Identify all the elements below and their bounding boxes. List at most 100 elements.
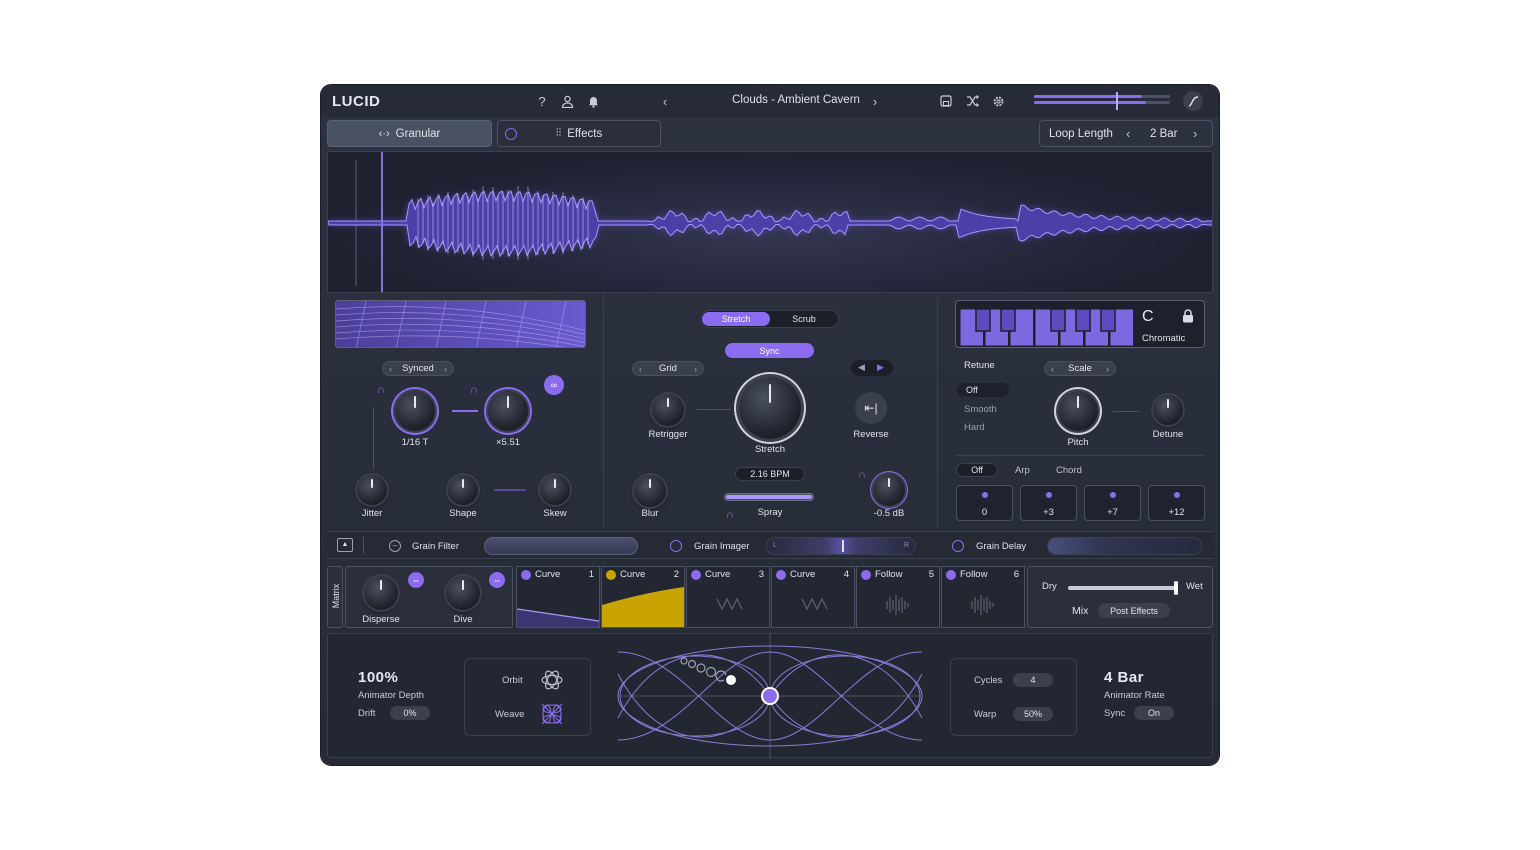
grain-filter-curve[interactable] [484, 537, 638, 555]
modulator-type-icon[interactable] [691, 570, 701, 580]
scale-select[interactable]: ‹ Scale › [1044, 361, 1116, 376]
grain-pattern-display[interactable] [335, 300, 586, 348]
interval-button[interactable]: +12 [1148, 485, 1205, 521]
mode-chord-button[interactable]: Chord [1056, 465, 1082, 476]
interval-button[interactable]: 0 [956, 485, 1013, 521]
stretch-knob[interactable] [739, 377, 801, 439]
tab-effects[interactable]: ⫶⫶ Effects [497, 120, 661, 147]
waveform-display[interactable] [327, 151, 1213, 293]
next-preset-button[interactable]: › [866, 92, 884, 110]
modulator-type-icon[interactable] [606, 570, 616, 580]
skew-knob[interactable] [540, 475, 570, 505]
keyboard-display[interactable]: C Chromatic [955, 300, 1205, 348]
modulator-type-icon[interactable] [946, 570, 956, 580]
modulator-type-icon[interactable] [861, 570, 871, 580]
pitch-knob[interactable] [1058, 391, 1098, 431]
sync-button[interactable]: Sync [725, 343, 814, 358]
disperse-knob[interactable] [364, 576, 398, 610]
retrigger-knob[interactable] [652, 394, 684, 426]
curve-icon[interactable] [1183, 91, 1203, 111]
dive-mod-icon[interactable]: ⇔ [489, 572, 505, 588]
retune-smooth-option[interactable]: Smooth [964, 404, 997, 415]
black-key[interactable] [1000, 308, 1016, 332]
animator-handle[interactable] [724, 673, 738, 687]
black-key[interactable] [1075, 308, 1091, 332]
warp-value[interactable]: 50% [1013, 707, 1053, 721]
disperse-mod-icon[interactable]: ⇔ [408, 572, 424, 588]
modulator-slot[interactable]: Follow 5 [856, 566, 940, 628]
grain-delay-display[interactable] [1047, 537, 1202, 555]
stretch-mode-button[interactable]: Stretch [702, 312, 770, 326]
rate-knob[interactable] [395, 391, 435, 431]
mod-target-icon[interactable]: ∩ [856, 469, 868, 481]
detune-knob[interactable] [1153, 395, 1183, 425]
save-icon[interactable] [937, 92, 955, 110]
loop-prev-button[interactable]: ‹ [1126, 126, 1130, 141]
drift-value[interactable]: 0% [390, 706, 430, 720]
modulator-slot[interactable]: Curve 1 [516, 566, 600, 628]
sync-value[interactable]: On [1134, 706, 1174, 720]
prev-preset-button[interactable]: ‹ [656, 92, 674, 110]
grain-imager-power-icon[interactable] [670, 540, 682, 552]
grain-delay-power-icon[interactable] [952, 540, 964, 552]
gear-icon[interactable] [989, 92, 1007, 110]
black-key[interactable] [975, 308, 991, 332]
lock-icon[interactable] [1182, 309, 1194, 328]
mod-target-icon[interactable]: ∩ [468, 384, 480, 396]
modulator-slot[interactable]: Follow 6 [941, 566, 1025, 628]
animator-rate-value[interactable]: 4 Bar [1104, 669, 1144, 686]
grid-select[interactable]: ‹ Grid › [632, 361, 704, 376]
spray-slider[interactable] [724, 493, 814, 501]
bell-icon[interactable] [584, 92, 602, 110]
dry-wet-handle[interactable] [1174, 581, 1178, 595]
left-arrow-icon[interactable]: ◀ [858, 362, 865, 373]
multiplier-knob[interactable] [488, 391, 528, 431]
bpm-display[interactable]: 2.16 BPM [735, 467, 805, 481]
collapse-button[interactable]: ▲ [337, 538, 353, 552]
retune-hard-option[interactable]: Hard [964, 422, 985, 433]
modulator-slot[interactable]: Curve 3 [686, 566, 770, 628]
direction-toggle[interactable]: ◀ ▶ [851, 360, 893, 376]
cycles-value[interactable]: 4 [1013, 673, 1053, 687]
interval-button[interactable]: +3 [1020, 485, 1077, 521]
animator-depth-value[interactable]: 100% [358, 669, 398, 686]
power-icon[interactable] [505, 128, 517, 140]
help-icon[interactable]: ? [533, 92, 551, 110]
dry-wet-slider[interactable] [1068, 581, 1178, 595]
imager-marker[interactable] [842, 540, 844, 552]
sync-mode-select[interactable]: ‹ Synced › [382, 361, 454, 376]
mode-off-button[interactable]: Off [956, 463, 998, 477]
link-icon[interactable]: ∞ [544, 375, 564, 395]
jitter-knob[interactable] [357, 475, 387, 505]
gain-knob[interactable] [873, 474, 905, 506]
scrub-mode-button[interactable]: Scrub [771, 312, 837, 326]
user-icon[interactable] [558, 92, 576, 110]
retune-off-option[interactable]: Off [957, 383, 1009, 397]
animator-center[interactable] [761, 687, 779, 705]
modulator-type-icon[interactable] [521, 570, 531, 580]
grain-filter-power-icon[interactable]: – [389, 540, 401, 552]
stretch-scrub-toggle[interactable]: Stretch Scrub [700, 310, 839, 328]
grain-imager-display[interactable]: L R [766, 537, 916, 555]
right-arrow-icon[interactable]: ▶ [877, 362, 884, 373]
dive-knob[interactable] [446, 576, 480, 610]
orbit-icon[interactable] [541, 669, 563, 696]
blur-knob[interactable] [634, 475, 666, 507]
modulator-slot[interactable]: Curve 2 [601, 566, 685, 628]
modulator-type-icon[interactable] [776, 570, 786, 580]
black-key[interactable] [1050, 308, 1066, 332]
post-effects-button[interactable]: Post Effects [1098, 603, 1170, 618]
black-key[interactable] [1100, 308, 1116, 332]
weave-icon[interactable] [541, 703, 563, 730]
reverse-button[interactable]: ⇤| [855, 392, 887, 424]
loop-next-button[interactable]: › [1193, 126, 1197, 141]
mod-target-icon[interactable]: ∩ [375, 384, 387, 396]
mod-target-icon[interactable]: ∩ [724, 509, 736, 521]
modulator-slot[interactable]: Curve 4 [771, 566, 855, 628]
output-volume-slider[interactable] [1034, 92, 1170, 110]
animator-path-display[interactable] [600, 634, 940, 759]
interval-button[interactable]: +7 [1084, 485, 1141, 521]
shuffle-icon[interactable] [963, 92, 981, 110]
tab-granular[interactable]: ‹·› Granular [327, 120, 492, 147]
mode-arp-button[interactable]: Arp [1015, 465, 1030, 476]
